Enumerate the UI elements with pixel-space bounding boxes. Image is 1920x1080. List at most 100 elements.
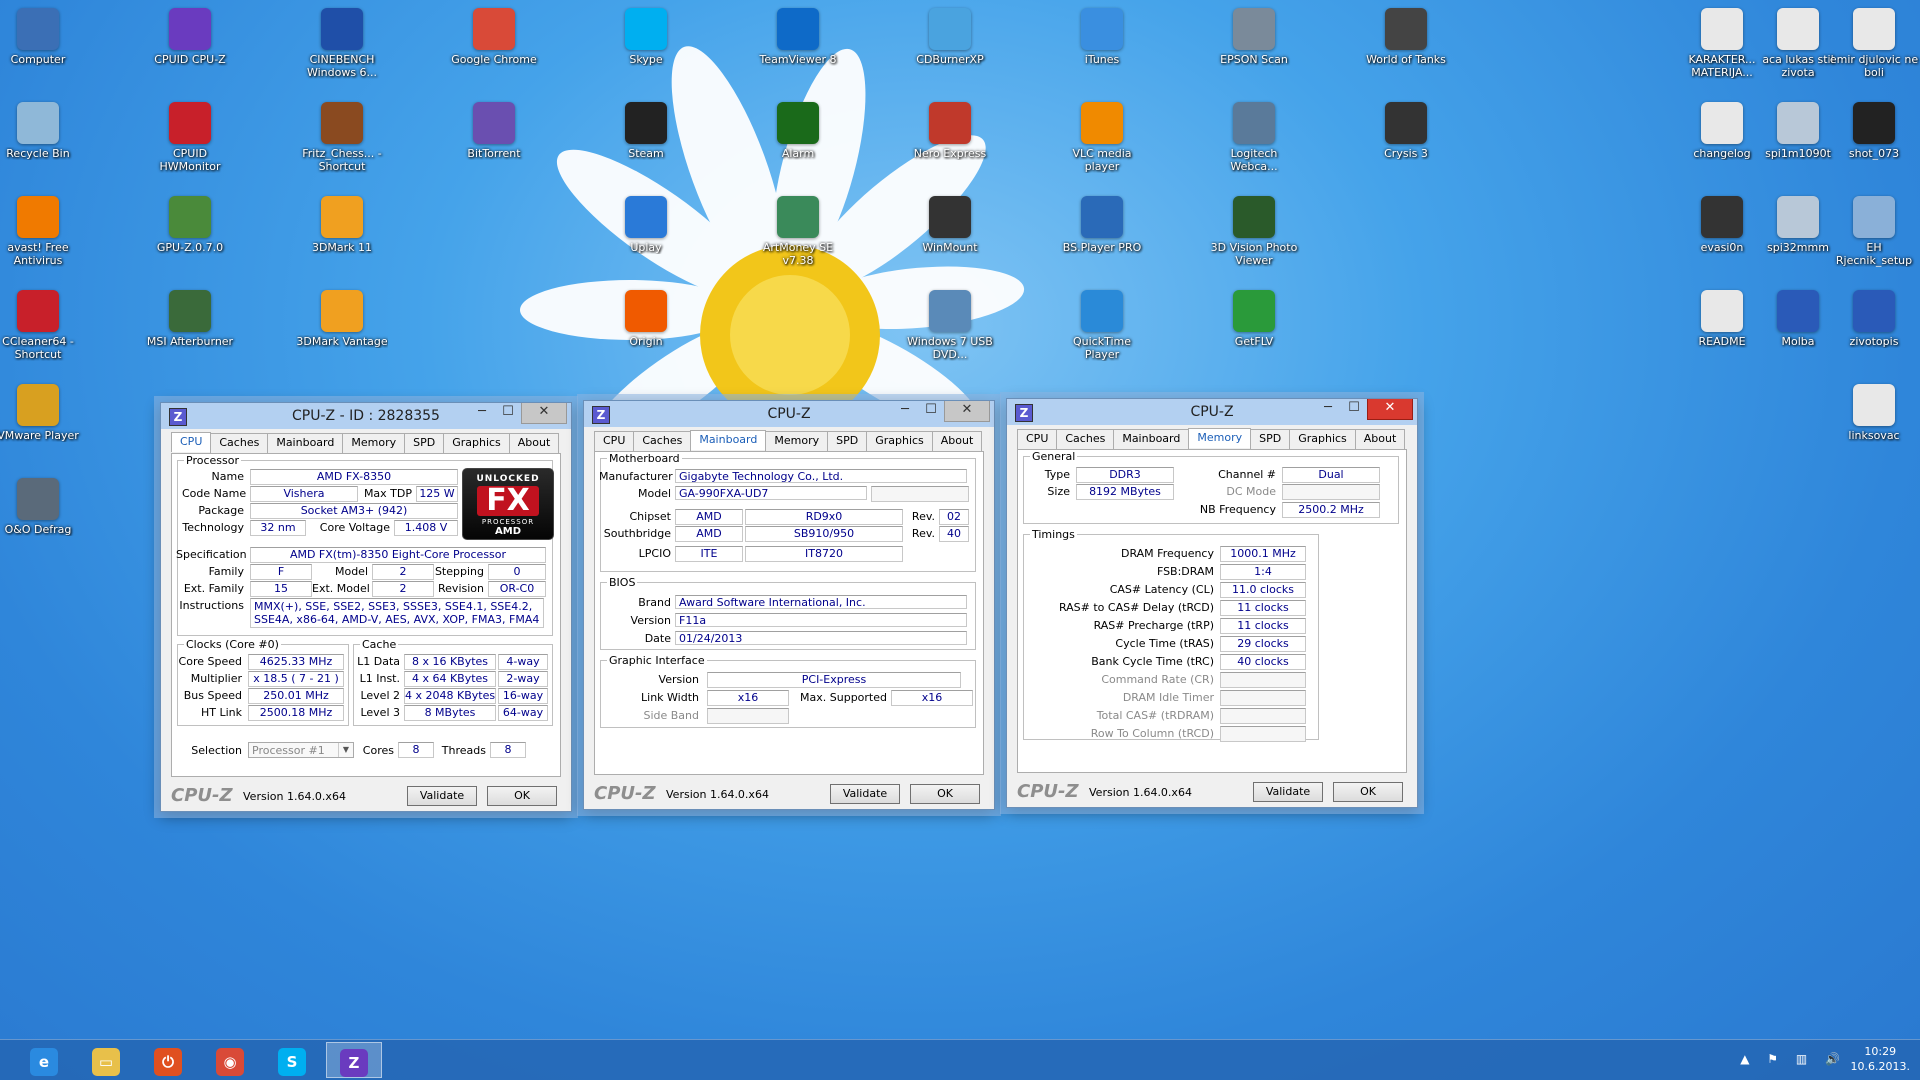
tab-memory[interactable]: Memory	[342, 433, 406, 453]
tab-cpu[interactable]: CPU	[1017, 429, 1058, 449]
maximize-button[interactable]: ☐	[918, 401, 944, 421]
tab-graphics[interactable]: Graphics	[443, 433, 510, 453]
nero-icon	[929, 102, 971, 144]
desktop-icon[interactable]: Alarm	[752, 98, 844, 184]
desktop-icon[interactable]: CPUID HWMonitor	[144, 98, 236, 184]
tab-mainboard[interactable]: Mainboard	[267, 433, 344, 453]
desktop-icon[interactable]: zivotopis	[1828, 286, 1920, 372]
desktop-icon[interactable]: shot_073	[1828, 98, 1920, 184]
desktop-icon[interactable]: Fritz_Chess... - Shortcut	[296, 98, 388, 184]
desktop-icon[interactable]: CDBurnerXP	[904, 4, 996, 90]
desktop-icon[interactable]: CCleaner64 - Shortcut	[0, 286, 84, 372]
processor-select[interactable]: Processor #1 ▼	[248, 742, 354, 758]
desktop-icon[interactable]: Uplay	[600, 192, 692, 278]
desktop-icon[interactable]: World of Tanks	[1360, 4, 1452, 90]
desktop-icon[interactable]: BitTorrent	[448, 98, 540, 184]
desktop-icon[interactable]: Skype	[600, 4, 692, 90]
ok-button[interactable]: OK	[1333, 782, 1403, 802]
tab-mainboard[interactable]: Mainboard	[1113, 429, 1190, 449]
desktop-icon[interactable]: EH Rjecnik_setup	[1828, 192, 1920, 278]
l1inst-value: 4 x 64 KBytes	[404, 671, 496, 687]
desktop-icon[interactable]: TeamViewer 8	[752, 4, 844, 90]
tab-caches[interactable]: Caches	[210, 433, 269, 453]
desktop-icon[interactable]: Logitech Webca...	[1208, 98, 1300, 184]
validate-button[interactable]: Validate	[407, 786, 477, 806]
cinebench-icon	[321, 8, 363, 50]
desktop-icon[interactable]: QuickTime Player	[1056, 286, 1148, 372]
desktop-icon[interactable]: Google Chrome	[448, 4, 540, 90]
minimize-button[interactable]: ─	[1315, 399, 1341, 419]
tab-about[interactable]: About	[508, 433, 560, 453]
desktop-icon[interactable]: CPUID CPU-Z	[144, 4, 236, 90]
teamviewer-icon	[777, 8, 819, 50]
tab-memory[interactable]: Memory	[765, 431, 829, 451]
close-button[interactable]: ✕	[944, 401, 990, 422]
memory-panel: General Type DDR3 Size 8192 MBytes Chann…	[1017, 449, 1407, 773]
tab-cpu[interactable]: CPU	[594, 431, 635, 451]
desktop-icon[interactable]: VMware Player	[0, 380, 84, 466]
desktop-icon[interactable]: EPSON Scan	[1208, 4, 1300, 90]
clock[interactable]: 10:29 10.6.2013.	[1851, 1044, 1910, 1074]
validate-button[interactable]: Validate	[830, 784, 900, 804]
desktop-icon[interactable]: GPU-Z.0.7.0	[144, 192, 236, 278]
tab-about[interactable]: About	[931, 431, 983, 451]
ok-button[interactable]: OK	[487, 786, 557, 806]
taskbar-cpuz[interactable]: Z	[326, 1042, 382, 1078]
close-button[interactable]: ✕	[521, 403, 567, 424]
cpu-window-titlebar[interactable]: Z CPU-Z - ID : 2828355 ─ ☐ ✕	[161, 403, 571, 429]
cpuz-icon	[169, 8, 211, 50]
desktop-icon[interactable]: ArtMoney SE v7.38	[752, 192, 844, 278]
ok-button[interactable]: OK	[910, 784, 980, 804]
taskbar-skype[interactable]: S	[264, 1042, 320, 1078]
desktop-icon[interactable]: MSI Afterburner	[144, 286, 236, 372]
desktop-icon[interactable]: O&O Defrag	[0, 474, 84, 560]
chevron-up-icon[interactable]: ▲	[1740, 1052, 1749, 1066]
minimize-button[interactable]: ─	[892, 401, 918, 421]
volume-icon[interactable]: 🔊	[1825, 1052, 1840, 1066]
taskbar-file-explorer[interactable]: ▭	[78, 1042, 134, 1078]
desktop-icon[interactable]: CINEBENCH Windows 6...	[296, 4, 388, 90]
tab-cpu[interactable]: CPU	[171, 432, 212, 452]
tab-memory[interactable]: Memory	[1188, 428, 1252, 448]
desktop-icon[interactable]: VLC media player	[1056, 98, 1148, 184]
tab-graphics[interactable]: Graphics	[1289, 429, 1356, 449]
desktop-icon[interactable]: Recycle Bin	[0, 98, 84, 184]
validate-button[interactable]: Validate	[1253, 782, 1323, 802]
tab-about[interactable]: About	[1354, 429, 1406, 449]
tab-graphics[interactable]: Graphics	[866, 431, 933, 451]
desktop-icon[interactable]: 3DMark Vantage	[296, 286, 388, 372]
desktop-icon[interactable]: Nero Express	[904, 98, 996, 184]
desktop-icon[interactable]: linksovac	[1828, 380, 1920, 466]
desktop-icon[interactable]: iTunes	[1056, 4, 1148, 90]
taskbar-power[interactable]: ⏻	[140, 1042, 196, 1078]
desktop-icon[interactable]: Crysis 3	[1360, 98, 1452, 184]
desktop-icon[interactable]: Computer	[0, 4, 84, 90]
minimize-button[interactable]: ─	[469, 403, 495, 423]
desktop-icon[interactable]: emir djulovic ne boli	[1828, 4, 1920, 90]
uplay-icon	[625, 196, 667, 238]
desktop-icon[interactable]: 3D Vision Photo Viewer	[1208, 192, 1300, 278]
taskbar-internet-explorer[interactable]: e	[16, 1042, 72, 1078]
desktop-icon[interactable]: WinMount	[904, 192, 996, 278]
tab-spd[interactable]: SPD	[1250, 429, 1291, 449]
tab-spd[interactable]: SPD	[404, 433, 445, 453]
desktop-icon[interactable]: Origin	[600, 286, 692, 372]
maximize-button[interactable]: ☐	[1341, 399, 1367, 419]
tab-mainboard[interactable]: Mainboard	[690, 430, 767, 450]
desktop-icon[interactable]: BS.Player PRO	[1056, 192, 1148, 278]
desktop-icon[interactable]: 3DMark 11	[296, 192, 388, 278]
network-icon[interactable]: ▥	[1796, 1052, 1807, 1066]
maximize-button[interactable]: ☐	[495, 403, 521, 423]
taskbar-chrome[interactable]: ◉	[202, 1042, 258, 1078]
close-button[interactable]: ✕	[1367, 399, 1413, 420]
desktop-icon[interactable]: Steam	[600, 98, 692, 184]
memory-window-titlebar[interactable]: Z CPU-Z ─ ☐ ✕	[1007, 399, 1417, 425]
desktop-icon[interactable]: GetFLV	[1208, 286, 1300, 372]
mainboard-window-titlebar[interactable]: Z CPU-Z ─ ☐ ✕	[584, 401, 994, 427]
tab-caches[interactable]: Caches	[633, 431, 692, 451]
tab-caches[interactable]: Caches	[1056, 429, 1115, 449]
flag-icon[interactable]: ⚑	[1767, 1052, 1778, 1066]
desktop-icon[interactable]: Windows 7 USB DVD...	[904, 286, 996, 372]
desktop-icon[interactable]: avast! Free Antivirus	[0, 192, 84, 278]
tab-spd[interactable]: SPD	[827, 431, 868, 451]
